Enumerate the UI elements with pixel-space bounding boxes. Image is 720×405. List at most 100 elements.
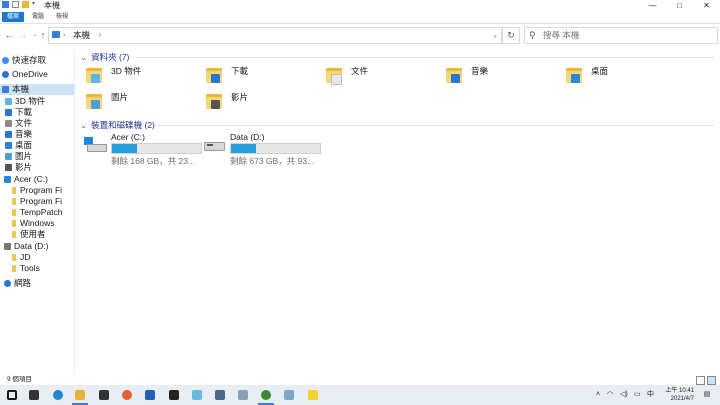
start-icon[interactable]: [4, 387, 20, 403]
folder-tile[interactable]: 圖片: [80, 88, 198, 114]
sidebar-item[interactable]: Program Fi: [0, 196, 74, 207]
video-icon: [5, 164, 12, 171]
music-icon: [446, 64, 462, 84]
folder-name: 圖片: [111, 92, 129, 102]
sidebar-item[interactable]: Program Fi: [0, 185, 74, 196]
sidebar-item[interactable]: Tools: [0, 263, 74, 274]
chevron-down-icon: ⌄: [80, 120, 88, 130]
sidebar-item[interactable]: 影片: [0, 162, 74, 173]
firefox-icon[interactable]: [119, 387, 135, 403]
tab-view[interactable]: 檢視: [52, 12, 72, 22]
folder-tile[interactable]: 影片: [200, 88, 318, 114]
sidebar-item[interactable]: 圖片: [0, 151, 74, 162]
sticky-icon[interactable]: [305, 387, 321, 403]
clock-date: 2021/4/7: [670, 396, 694, 402]
edge-icon[interactable]: [50, 387, 66, 403]
sidebar-item[interactable]: 網路: [0, 278, 74, 289]
sidebar-item[interactable]: Data (D:): [0, 241, 74, 252]
sidebar-item-label: 下載: [15, 107, 33, 117]
drive-tile[interactable]: Data (D:) 剩餘 673 GB，共 93...: [199, 132, 329, 166]
globe-icon[interactable]: [258, 387, 274, 405]
sidebar-item[interactable]: 音樂: [0, 129, 74, 140]
search-icon: ⚲: [529, 30, 536, 40]
close-button[interactable]: ✕: [693, 0, 720, 11]
large-icons-view-button[interactable]: [707, 376, 716, 385]
back-button[interactable]: ←: [4, 28, 14, 42]
sidebar-item[interactable]: 文件: [0, 118, 74, 129]
sidebar-item[interactable]: TempPatch: [0, 207, 74, 218]
hard-drive-icon: [203, 137, 225, 153]
forward-button[interactable]: →: [18, 28, 28, 42]
up-button[interactable]: ↑: [38, 28, 48, 42]
sidebar-item[interactable]: JD: [0, 252, 74, 263]
folder-tile[interactable]: 桌面: [560, 62, 678, 88]
breadcrumb[interactable]: 本機: [73, 28, 90, 43]
drive-name: Acer (C:): [111, 132, 145, 142]
maximize-button[interactable]: □: [666, 0, 693, 11]
address-bar[interactable]: › 本機 › ⌄: [48, 27, 502, 44]
sidebar-item[interactable]: OneDrive: [0, 69, 74, 80]
sidebar-item[interactable]: 桌面: [0, 140, 74, 151]
chevron-right-icon[interactable]: ›: [99, 28, 101, 43]
app-icon[interactable]: [189, 387, 205, 403]
folder-tile[interactable]: 下載: [200, 62, 318, 88]
item-count: 9 個項目: [7, 376, 32, 383]
chevron-down-icon[interactable]: ⌄: [492, 28, 498, 43]
drive-d-icon: [4, 243, 11, 250]
details-view-button[interactable]: [696, 376, 705, 385]
file-explorer-icon[interactable]: [72, 387, 88, 405]
store-icon[interactable]: [96, 387, 112, 403]
drive-usage-fill: [112, 144, 137, 153]
sidebar-item-label: Tools: [20, 263, 40, 273]
sidebar-item[interactable]: Windows: [0, 218, 74, 229]
app-icon[interactable]: [281, 387, 297, 403]
folder-tile[interactable]: 文件: [320, 62, 438, 88]
computer-icon: [52, 31, 60, 38]
group-divider: [136, 57, 714, 58]
chevron-up-icon[interactable]: ˄: [596, 385, 600, 405]
new-folder-icon[interactable]: [22, 1, 29, 8]
properties-icon[interactable]: [12, 1, 19, 8]
picture-icon: [5, 153, 12, 160]
sidebar-item[interactable]: 3D 物件: [0, 96, 74, 107]
calculator-icon[interactable]: [212, 387, 228, 403]
battery-icon[interactable]: ▭: [634, 385, 641, 405]
tab-computer[interactable]: 電腦: [28, 12, 48, 22]
sidebar-item[interactable]: 快速存取: [0, 55, 74, 66]
sidebar-item-label: 快速存取: [12, 55, 47, 65]
folder-icon: [12, 265, 16, 272]
task-view-icon[interactable]: [26, 387, 42, 403]
refresh-button[interactable]: ↻: [502, 27, 520, 44]
notion-icon[interactable]: [166, 387, 182, 403]
volume-icon[interactable]: ◁): [620, 385, 628, 405]
drives-group-header[interactable]: ⌄ 裝置和磁碟機 (2): [80, 119, 155, 131]
folder-name: 桌面: [591, 66, 609, 76]
search-input[interactable]: ⚲ 搜尋 本機: [524, 27, 718, 44]
drive-usage-bar: [230, 143, 321, 154]
desktop-icon: [5, 142, 12, 149]
mail-icon[interactable]: [235, 387, 251, 403]
sidebar-item-label: 網路: [14, 278, 32, 288]
music-icon: [5, 131, 12, 138]
clock[interactable]: 上午 10:41 2021/4/7: [658, 387, 694, 403]
document-icon: [326, 64, 342, 85]
folder-tile[interactable]: 音樂: [440, 62, 558, 88]
sidebar-item[interactable]: 下載: [0, 107, 74, 118]
folder-tile[interactable]: 3D 物件: [80, 62, 198, 88]
sidebar-item[interactable]: Acer (C:): [0, 174, 74, 185]
folder-icon: [12, 209, 16, 216]
minimize-button[interactable]: —: [639, 0, 666, 11]
input-method-icon[interactable]: 中: [647, 385, 654, 405]
dropbox-icon[interactable]: [142, 387, 158, 403]
drive-tile[interactable]: Acer (C:) 剩餘 168 GB，共 23...: [80, 132, 210, 166]
chevron-down-icon[interactable]: ▾: [32, 1, 37, 8]
tab-file[interactable]: 檔案: [2, 12, 24, 22]
wifi-icon[interactable]: ◠: [607, 385, 613, 405]
folder-name: 3D 物件: [111, 66, 142, 76]
sidebar-item[interactable]: 使用者: [0, 229, 74, 240]
sidebar-item-label: 本機: [12, 84, 30, 94]
notification-icon[interactable]: ▤: [701, 385, 713, 405]
drive-usage-fill: [231, 144, 256, 153]
sidebar-item[interactable]: 本機: [0, 84, 74, 95]
cloud-icon: [2, 71, 9, 78]
